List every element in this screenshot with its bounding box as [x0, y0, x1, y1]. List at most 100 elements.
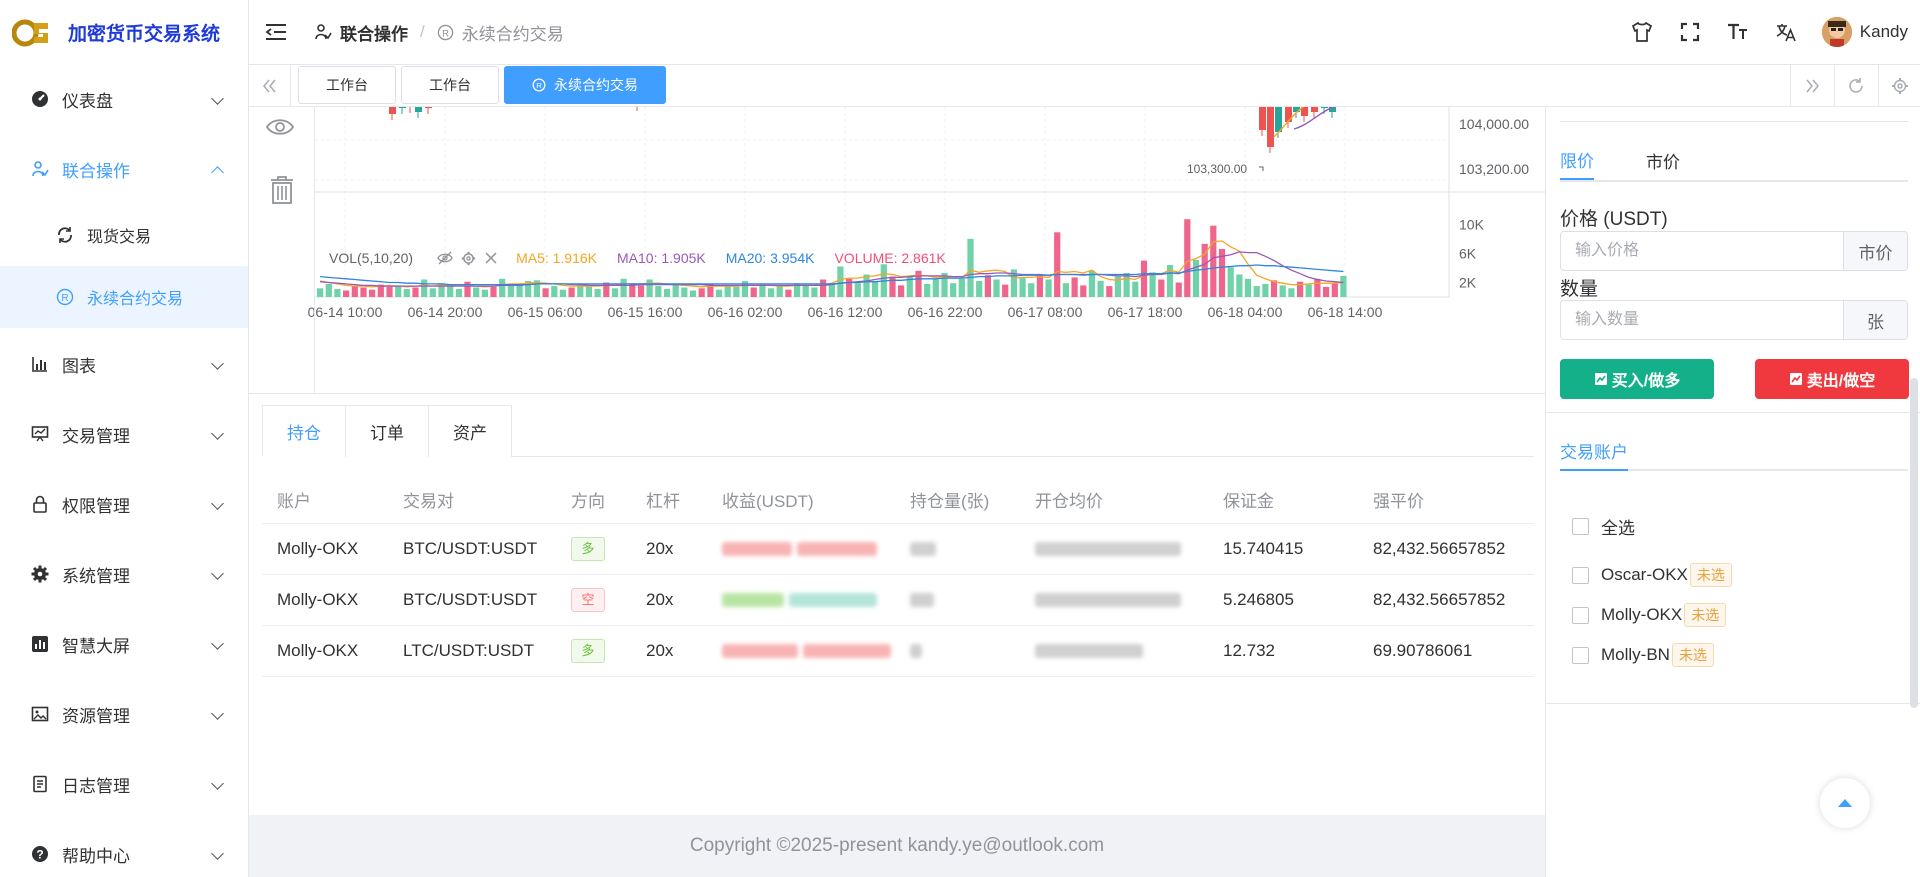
time-tick-label: 06-16 22:00 [908, 304, 983, 320]
tab-limit[interactable]: 限价 [1560, 140, 1594, 180]
tab-assets[interactable]: 资产 [428, 405, 512, 457]
volume-bar [603, 282, 610, 297]
sidebar-item-spot-trading[interactable]: 现货交易 [0, 204, 248, 266]
tab-orders[interactable]: 订单 [345, 405, 429, 457]
select-all-checkbox[interactable]: 全选 [1572, 514, 1635, 539]
checkbox-label: 全选 [1601, 519, 1635, 538]
eye-icon[interactable] [265, 117, 295, 137]
tabs-scroll-left-button[interactable] [249, 65, 291, 106]
table-row[interactable]: Molly-OKX BTC/USDT:USDT 空 20x 5.246805 8… [262, 574, 1534, 626]
buy-long-button[interactable]: 买入/做多 [1560, 359, 1714, 399]
volume-bar [1149, 272, 1156, 297]
redacted-profit-rate [802, 644, 891, 659]
sidebar-item-permission-management[interactable]: 权限管理 [0, 476, 248, 532]
logo-area[interactable]: 加密货币交易系统 [0, 0, 248, 65]
trash-icon[interactable] [269, 175, 295, 205]
tab-market[interactable]: 市价 [1646, 140, 1680, 180]
sidebar-item-help-center[interactable]: ? 帮助中心 [0, 826, 248, 877]
sidebar-item-smart-screen[interactable]: 智慧大屏 [0, 616, 248, 672]
breadcrumb: 联合操作 / R 永续合约交易 [314, 20, 564, 45]
market-price-button[interactable]: 市价 [1843, 232, 1907, 270]
header-actions: Kandy [1630, 0, 1908, 64]
gear-icon[interactable] [461, 251, 476, 266]
direction-tag: 多 [571, 536, 605, 561]
checkbox-box[interactable] [1572, 606, 1589, 624]
breadcrumb-item[interactable]: 联合操作 [314, 20, 408, 45]
checkbox-box[interactable] [1572, 518, 1589, 535]
tab-trading-accounts[interactable]: 交易账户 [1560, 431, 1628, 471]
candle [1311, 107, 1318, 112]
font-size-icon[interactable] [1726, 20, 1750, 44]
refresh-icon [1848, 77, 1863, 93]
tab-settings-button[interactable] [1878, 65, 1920, 106]
volume-bar [1045, 279, 1052, 297]
chevron-down-icon [211, 847, 224, 860]
quantity-input[interactable] [1561, 301, 1843, 339]
volume-bar [1279, 285, 1286, 297]
cell-account: Molly-OKX [262, 523, 388, 575]
volume-bar [611, 288, 619, 297]
sidebar-item-charts[interactable]: 图表 [0, 336, 248, 392]
cell-account: Molly-OKX [262, 625, 388, 677]
close-icon[interactable] [484, 251, 498, 265]
back-to-top-button[interactable] [1820, 778, 1870, 828]
price-input[interactable] [1561, 232, 1843, 270]
vol-legend-name: VOL(5,10,20) [329, 250, 414, 266]
menu-collapse-icon[interactable] [264, 22, 288, 42]
account-checkbox[interactable]: Molly-BN 未选 [1572, 643, 1714, 667]
volume-bar [1028, 283, 1035, 297]
tab-perpetual-trading[interactable]: R 永续合约交易 [504, 66, 666, 104]
cell-account: Molly-OKX [262, 574, 388, 626]
chevron-down-icon [211, 567, 224, 580]
volume-bar [984, 275, 991, 297]
tabs-scroll-right-button[interactable] [1790, 65, 1832, 106]
volume-bar [785, 289, 792, 297]
sidebar-item-dashboard[interactable]: 仪表盘 [0, 71, 248, 127]
volume-bar [455, 289, 462, 297]
table-row[interactable]: Molly-OKX BTC/USDT:USDT 多 20x 15.740415 … [262, 523, 1534, 575]
table-row[interactable]: Molly-OKX LTC/USDT:USDT 多 20x 12.732 69.… [262, 625, 1534, 677]
time-tick-label: 06-17 18:00 [1108, 304, 1183, 320]
image-icon [30, 704, 50, 724]
avatar[interactable] [1821, 17, 1852, 47]
eye-slash-icon[interactable] [437, 251, 453, 265]
tab-workbench-2[interactable]: 工作台 [401, 66, 499, 104]
translate-icon[interactable] [1774, 20, 1798, 44]
cell-leverage: 20x [631, 523, 707, 575]
volume-bar [1132, 281, 1139, 297]
refresh-tab-button[interactable] [1834, 65, 1876, 106]
chevron-down-icon [211, 777, 224, 790]
sidebar-item-log-management[interactable]: 日志管理 [0, 756, 248, 812]
account-checkbox[interactable]: Molly-OKX 未选 [1572, 603, 1727, 627]
volume-tick-label: 2K [1459, 274, 1477, 290]
fullscreen-icon[interactable] [1678, 20, 1702, 44]
tab-positions[interactable]: 持仓 [262, 405, 346, 457]
kline-chart[interactable]: 104,000.00 103,200.00 103,300.00 10K 6K 2K 06-… [249, 107, 1545, 394]
operation-icon [315, 24, 332, 40]
cell-leverage: 20x [631, 625, 707, 677]
panel-divider [1546, 703, 1920, 704]
shirt-theme-icon[interactable] [1630, 20, 1654, 44]
status-badge: 未选 [1689, 563, 1732, 587]
cell-liq-price: 82,432.56657852 [1358, 523, 1534, 575]
account-checkbox[interactable]: Oscar-OKX 未选 [1572, 563, 1732, 587]
volume-bar [334, 289, 341, 297]
checkbox-box[interactable] [1572, 566, 1589, 584]
checkbox-box[interactable] [1572, 646, 1589, 664]
sell-short-button[interactable]: 卖出/做空 [1755, 359, 1909, 399]
volume-bar [1253, 286, 1260, 297]
volume-bar [1288, 288, 1295, 297]
tab-workbench-1[interactable]: 工作台 [298, 66, 396, 104]
redacted-entry-price [1035, 644, 1143, 659]
sidebar-item-label: 图表 [62, 356, 96, 376]
username[interactable]: Kandy [1860, 22, 1908, 42]
scrollbar[interactable] [1910, 378, 1918, 708]
sidebar-item-system-management[interactable]: 系统管理 [0, 546, 248, 602]
sidebar-item-joint-operation[interactable]: 联合操作 [0, 141, 248, 197]
sidebar-item-trade-management[interactable]: 交易管理 [0, 406, 248, 462]
order-type-tabs: 限价 市价 [1560, 140, 1908, 182]
sidebar-item-perpetual-trading[interactable]: R 永续合约交易 [0, 266, 248, 328]
registered-icon: R [55, 287, 75, 307]
volume-bar [655, 286, 662, 297]
sidebar-item-resource-management[interactable]: 资源管理 [0, 686, 248, 742]
